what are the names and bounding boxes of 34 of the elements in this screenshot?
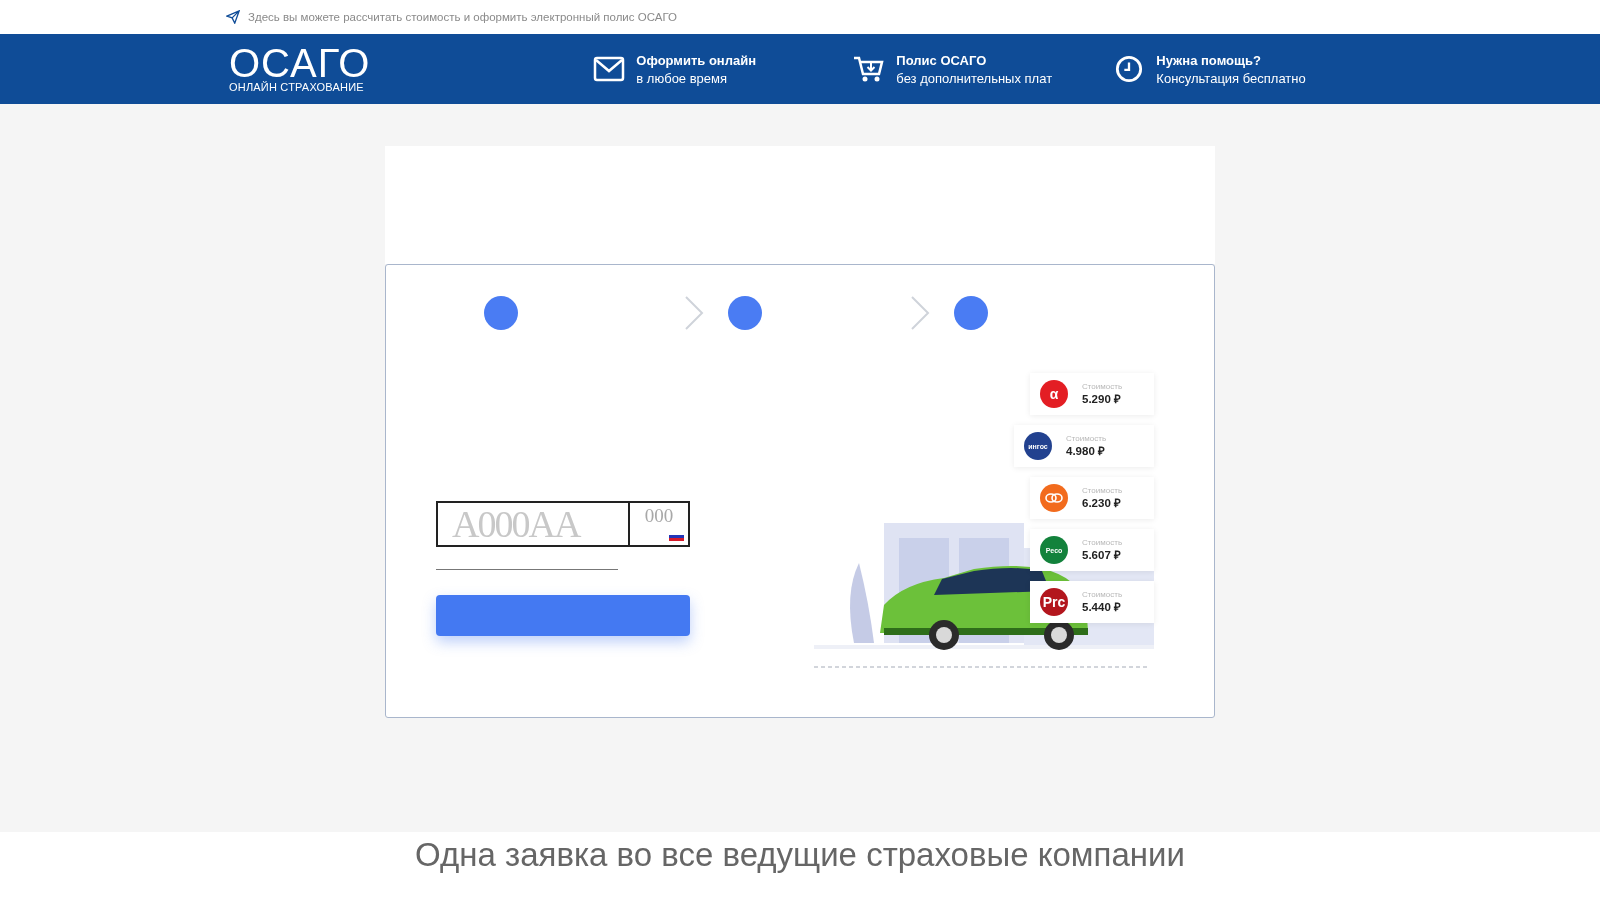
price-label: Стоимость bbox=[1082, 382, 1123, 391]
price-label: Стоимость bbox=[1082, 486, 1123, 495]
price-value: 5.440 ₽ bbox=[1082, 600, 1122, 614]
feature-title: Оформить онлайн bbox=[636, 52, 757, 68]
plate-number-field[interactable]: А000АА bbox=[436, 501, 630, 547]
step-dot bbox=[728, 296, 762, 330]
insurer-logo: α bbox=[1040, 380, 1068, 408]
logo[interactable]: ОСАГО ОНЛАЙН СТРАХОВАНИЕ bbox=[229, 45, 371, 93]
price-value: 5.607 ₽ bbox=[1082, 548, 1122, 562]
cart-icon bbox=[853, 55, 886, 83]
price-value: 4.980 ₽ bbox=[1066, 444, 1106, 458]
envelope-icon bbox=[593, 55, 626, 83]
feature-title: Нужна помощь? bbox=[1156, 52, 1262, 68]
region-code-field[interactable]: 000 bbox=[630, 501, 690, 547]
paper-plane-icon bbox=[226, 10, 240, 24]
feature-title: Полис ОСАГО bbox=[896, 52, 988, 68]
feature-subtitle: в любое время bbox=[636, 70, 729, 86]
step-dot bbox=[954, 296, 988, 330]
price-label: Стоимость bbox=[1082, 590, 1123, 599]
input-line[interactable] bbox=[436, 569, 618, 570]
section-heading: Одна заявка во все ведущие страховые компании bbox=[415, 836, 1185, 875]
submit-button[interactable] bbox=[436, 595, 690, 636]
insurer-logo: Prc bbox=[1040, 588, 1068, 616]
feature-subtitle: без дополнительных плат bbox=[896, 70, 1053, 86]
price-label: Стоимость bbox=[1066, 434, 1107, 443]
chevron-icon bbox=[910, 295, 930, 331]
top-bar-text: Здесь вы можете рассчитать стоимость и оформить электронный полис ОСАГО bbox=[248, 11, 677, 23]
step-dot bbox=[484, 296, 518, 330]
chevron-icon bbox=[684, 295, 704, 331]
feature-subtitle: Консультация бесплатно bbox=[1156, 70, 1306, 86]
price-value: 5.290 ₽ bbox=[1082, 392, 1122, 406]
flag-icon bbox=[669, 532, 684, 541]
price-label: Стоимость bbox=[1082, 538, 1123, 547]
price-value: 6.230 ₽ bbox=[1082, 496, 1122, 510]
